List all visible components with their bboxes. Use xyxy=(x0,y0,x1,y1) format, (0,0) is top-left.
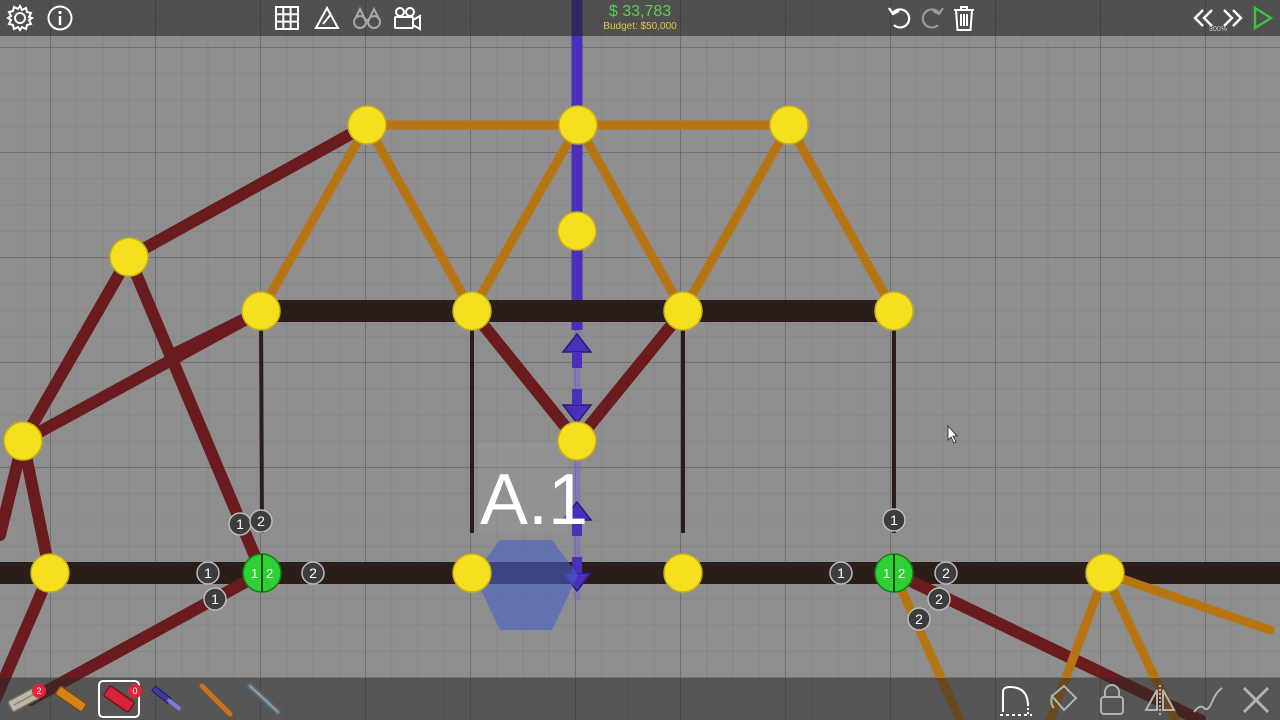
material-road[interactable]: 2 xyxy=(2,680,46,718)
hydraulic-up-arrow-icon-stem xyxy=(572,352,582,368)
wood-beam[interactable] xyxy=(678,120,794,316)
hydraulic-up-arrow-icon xyxy=(561,332,593,353)
bridge-canvas[interactable]: 1 2 1 21 21 2111 222A.1 xyxy=(0,0,1280,720)
joint[interactable] xyxy=(452,291,492,331)
binoculars-icon[interactable] xyxy=(351,3,383,33)
info-icon[interactable] xyxy=(44,3,76,33)
camera-icon[interactable] xyxy=(391,3,423,33)
lock-icon[interactable] xyxy=(1094,682,1130,718)
road-count-badge: 2 xyxy=(32,684,46,698)
joint[interactable] xyxy=(3,421,43,461)
joint[interactable] xyxy=(663,553,703,593)
wood-beam[interactable] xyxy=(362,120,477,316)
build-area[interactable]: 1 2 1 2 1 2 1 2 1 1 1 2 2 2 A.1 xyxy=(0,0,1280,720)
joint[interactable] xyxy=(557,421,597,461)
joint[interactable] xyxy=(241,291,281,331)
joint[interactable] xyxy=(769,105,809,145)
material-steel[interactable] xyxy=(242,680,284,718)
wood-beam[interactable] xyxy=(467,120,583,316)
material-wood[interactable] xyxy=(50,680,92,718)
bottom-toolbar xyxy=(0,678,1280,720)
vehicle-label: A.1 xyxy=(480,460,588,540)
cursor-icon xyxy=(947,424,958,444)
split-joint-right-label-2: 2 xyxy=(898,566,905,581)
vehicle-shape[interactable] xyxy=(474,540,578,630)
material-reinforced-road[interactable]: 0 xyxy=(98,680,142,718)
split-joint-right-label-1: 1 xyxy=(883,566,890,581)
trash-icon[interactable] xyxy=(948,3,980,33)
play-icon[interactable] xyxy=(1246,3,1278,33)
split-tag-text: 2 xyxy=(915,611,923,627)
split-tag-text: 1 xyxy=(837,565,845,581)
joint[interactable] xyxy=(558,105,598,145)
split-tag-text: 1 xyxy=(204,565,212,581)
steel-beam[interactable] xyxy=(17,435,56,579)
split-tag-text: 2 xyxy=(935,591,943,607)
material-rope[interactable] xyxy=(194,680,236,718)
split-joint-left-label-1: 1 xyxy=(251,566,258,581)
vertical-support[interactable] xyxy=(259,310,264,534)
spring-icon[interactable] xyxy=(1190,682,1226,718)
joint[interactable] xyxy=(557,211,597,251)
wood-beam[interactable] xyxy=(573,120,688,316)
undo-icon[interactable] xyxy=(884,3,916,33)
speed-label: 300% xyxy=(1209,26,1227,33)
joint[interactable] xyxy=(109,237,149,277)
split-tag-text: 2 xyxy=(257,513,265,529)
hydraulic-down-arrow-icon-stem xyxy=(572,389,582,405)
budget-label: Budget: $50,000 xyxy=(603,21,677,32)
redo-icon[interactable] xyxy=(916,3,948,33)
split-tag-text: 2 xyxy=(942,565,950,581)
cost-label: $ 33,783 xyxy=(608,3,672,20)
steel-beam[interactable] xyxy=(571,305,689,447)
mirror-icon[interactable] xyxy=(1142,682,1178,718)
stress-meter-icon[interactable] xyxy=(311,3,343,33)
joint[interactable] xyxy=(663,291,703,331)
joint[interactable] xyxy=(30,553,70,593)
grid-icon[interactable] xyxy=(271,3,303,33)
reinforced-road-count-badge: 0 xyxy=(128,684,142,698)
split-tag-text: 1 xyxy=(890,512,898,528)
cancel-icon[interactable] xyxy=(1238,682,1274,718)
split-tag-text: 2 xyxy=(309,565,317,581)
wood-beam[interactable] xyxy=(784,120,899,316)
split-tag-text: 1 xyxy=(236,516,244,532)
steel-beam[interactable] xyxy=(466,305,583,447)
budget-display: $ 33,783 Budget: $50,000 xyxy=(590,3,690,33)
split-joint-left-label-2: 2 xyxy=(266,566,273,581)
gear-icon[interactable] xyxy=(4,3,36,33)
joint[interactable] xyxy=(1085,553,1125,593)
split-icon[interactable] xyxy=(998,682,1034,718)
joint[interactable] xyxy=(874,291,914,331)
material-hydraulics[interactable] xyxy=(146,680,188,718)
joint[interactable] xyxy=(452,553,492,593)
paint-icon[interactable] xyxy=(1046,682,1082,718)
joint[interactable] xyxy=(347,105,387,145)
split-tag-text: 1 xyxy=(211,591,219,607)
